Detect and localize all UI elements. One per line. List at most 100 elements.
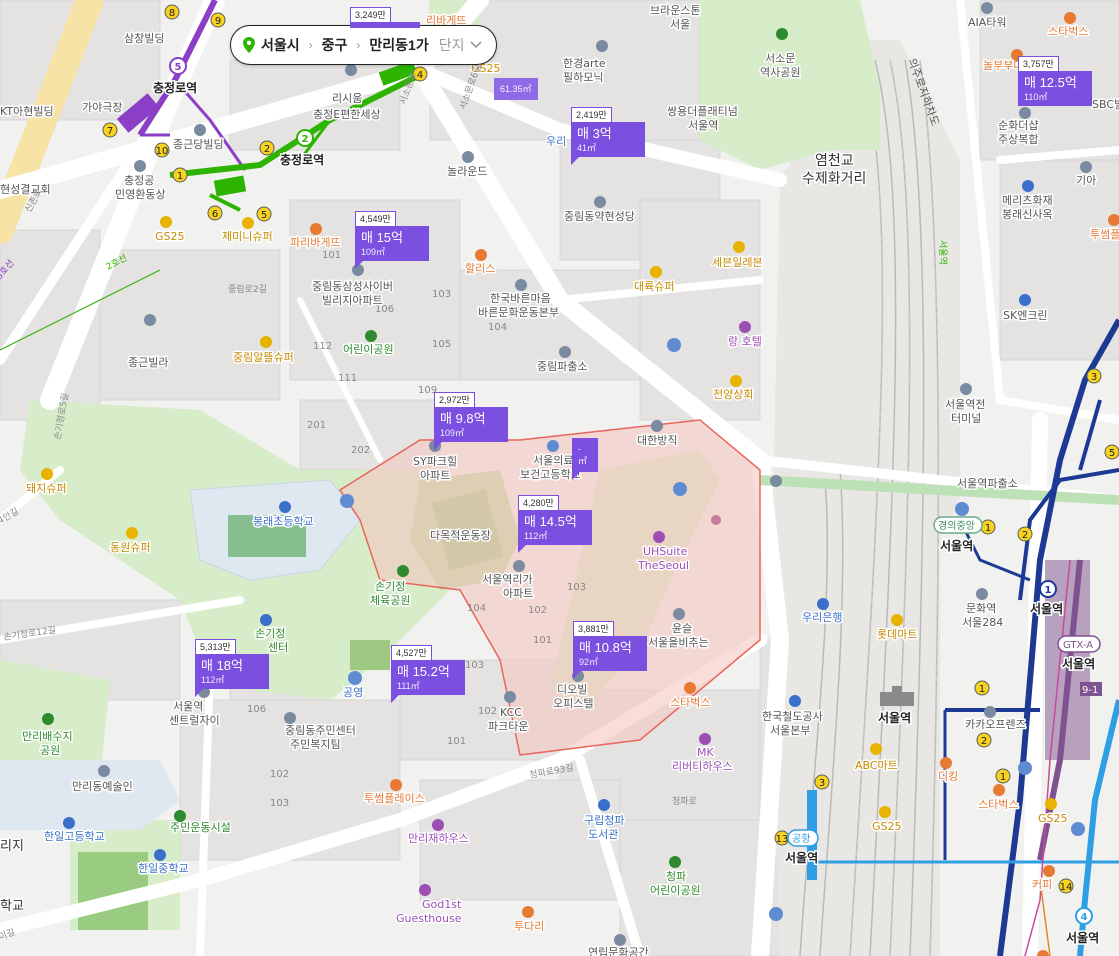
badge-gtx: GTX-A xyxy=(1063,640,1093,651)
parking-icon[interactable] xyxy=(348,671,362,685)
store-icon xyxy=(650,266,662,278)
listing-price: 매 18억 xyxy=(201,658,243,673)
parking-icon[interactable] xyxy=(1071,822,1085,836)
label-p44: 대륙슈퍼 xyxy=(634,280,674,293)
svg-text:1: 1 xyxy=(1000,772,1006,783)
label-p106: 한일중학교 xyxy=(138,861,189,875)
chevron-right-icon: › xyxy=(308,38,313,52)
listing-marker[interactable]: 4,527만 매 15.2억 111㎡ xyxy=(391,641,465,703)
bank-icon xyxy=(817,598,829,610)
label-p21: 놀라운드 xyxy=(447,165,487,178)
label-p91: 서울본부 xyxy=(770,724,810,737)
station-seoul-airport: 서울역 xyxy=(785,850,818,865)
listing-marker[interactable]: 3,757만 매 12.5억 110㎡ xyxy=(1018,52,1092,106)
svg-text:6: 6 xyxy=(212,209,218,220)
label-p65: UHSuite xyxy=(643,545,688,558)
listing-marker[interactable]: - ㎡ xyxy=(572,438,598,480)
listing-marker[interactable]: 2,972만 매 9.8억 109㎡ xyxy=(434,388,508,450)
label-p92: 카카오프렌즈 xyxy=(965,718,1026,731)
building-icon xyxy=(284,712,296,724)
parking-icon[interactable] xyxy=(340,494,354,508)
label-p73: 문화역 xyxy=(966,602,996,615)
label-p112: 커피 xyxy=(1032,878,1052,891)
price-per-area: 4,280만 xyxy=(518,495,559,510)
svg-text:10: 10 xyxy=(156,146,169,157)
cafe-icon xyxy=(684,682,696,694)
school-icon xyxy=(63,817,75,829)
svg-text:13: 13 xyxy=(776,834,789,845)
svg-text:103: 103 xyxy=(432,289,451,300)
label-p48: 어린이공원 xyxy=(343,343,394,356)
label-p37: 파리바게뜨 xyxy=(290,236,341,249)
breadcrumb-complex[interactable]: 단지 xyxy=(439,35,465,55)
listing-marker[interactable]: 2,419만 매 3억 41㎡ xyxy=(571,103,645,165)
label-p25: 염천교 xyxy=(815,153,854,169)
breadcrumb-district[interactable]: 중구 xyxy=(322,35,348,55)
listing-marker[interactable]: 4,549만 매 15억 109㎡ xyxy=(355,207,429,269)
svg-text:1: 1 xyxy=(1045,585,1052,596)
label-p69: 체육공원 xyxy=(370,594,410,607)
hotel-icon xyxy=(739,321,751,333)
svg-text:101: 101 xyxy=(447,736,466,747)
label-p46: 종근빌라 xyxy=(128,356,168,369)
listing-marker[interactable]: 3,881만 매 10.8억 92㎡ xyxy=(573,617,647,679)
listing-area: 109㎡ xyxy=(361,247,386,257)
svg-text:102: 102 xyxy=(528,605,547,616)
store-icon xyxy=(160,216,172,228)
building-icon xyxy=(260,614,272,626)
shop-icon xyxy=(984,706,996,718)
listing-marker[interactable]: 3,249만 xyxy=(350,3,420,28)
svg-text:3: 3 xyxy=(1091,372,1097,383)
listing-price: 매 3억 xyxy=(577,126,612,141)
parking-icon[interactable] xyxy=(667,338,681,352)
building-icon xyxy=(513,560,525,572)
listing-marker[interactable]: 61.35㎡ xyxy=(494,78,538,100)
store-icon xyxy=(733,241,745,253)
label-p71: 센터 xyxy=(268,641,288,654)
chevron-down-icon[interactable] xyxy=(470,41,483,49)
badge-gyeongui: 경의중앙 xyxy=(938,519,975,532)
svg-text:5: 5 xyxy=(261,210,267,221)
map-canvas[interactable]: 8 9 7 10 2 1 6 5 4 5 2 3 5 1 2 1 1 2 1 3… xyxy=(0,0,1119,956)
label-p110: Guesthouse xyxy=(396,912,462,925)
breadcrumb-dong[interactable]: 만리동1가 xyxy=(369,35,428,55)
price-per-area: 2,972만 xyxy=(434,392,475,407)
label-p38: 할리스 xyxy=(465,262,495,275)
label-p98: 한일고등학교 xyxy=(44,829,105,843)
parking-icon[interactable] xyxy=(769,907,783,921)
label-p66: TheSeoul xyxy=(637,559,689,572)
price-per-area: 4,527만 xyxy=(391,645,432,660)
listing-area: 110㎡ xyxy=(1024,92,1048,102)
store-icon xyxy=(730,375,742,387)
listing-marker[interactable]: 4,280만 매 14.5억 112㎡ xyxy=(518,491,592,553)
label-p107: 청파 xyxy=(666,870,686,883)
label-p23: 서소문 xyxy=(765,52,795,65)
label-p15: 필하모닉 xyxy=(563,70,603,84)
station-seoul-1: 서울역 xyxy=(1030,601,1063,616)
svg-text:14: 14 xyxy=(1060,882,1073,893)
label-p52: 서울역전 xyxy=(945,398,985,411)
parking-icon[interactable] xyxy=(673,482,687,496)
label-p43: 바른문화운동본부 xyxy=(478,306,559,319)
breadcrumb-city[interactable]: 서울시 xyxy=(261,35,300,55)
svg-text:104: 104 xyxy=(488,322,507,333)
building-icon xyxy=(1022,180,1034,192)
label-p109: God1st xyxy=(422,898,462,911)
svg-text:102: 102 xyxy=(478,706,497,717)
store-icon xyxy=(260,336,272,348)
label-p28: 스타벅스 xyxy=(1048,25,1088,38)
cafe-icon xyxy=(993,784,1005,796)
location-pin-icon xyxy=(243,37,255,53)
label-p105: 만리재하우스 xyxy=(408,831,469,845)
label-p117: 연립문화공간 xyxy=(588,946,649,956)
svg-text:2: 2 xyxy=(302,134,309,145)
label-p79: 서울역 xyxy=(173,700,203,713)
svg-text:5: 5 xyxy=(175,62,182,73)
school-icon xyxy=(154,849,166,861)
label-p115: 리지 xyxy=(0,839,24,854)
park-icon xyxy=(174,810,186,822)
listing-area: 111㎡ xyxy=(397,681,420,691)
listing-marker[interactable]: 5,313만 매 18억 112㎡ xyxy=(195,635,269,697)
label-p26: 수제화거리 xyxy=(802,171,866,187)
parking-icon[interactable] xyxy=(1018,761,1032,775)
